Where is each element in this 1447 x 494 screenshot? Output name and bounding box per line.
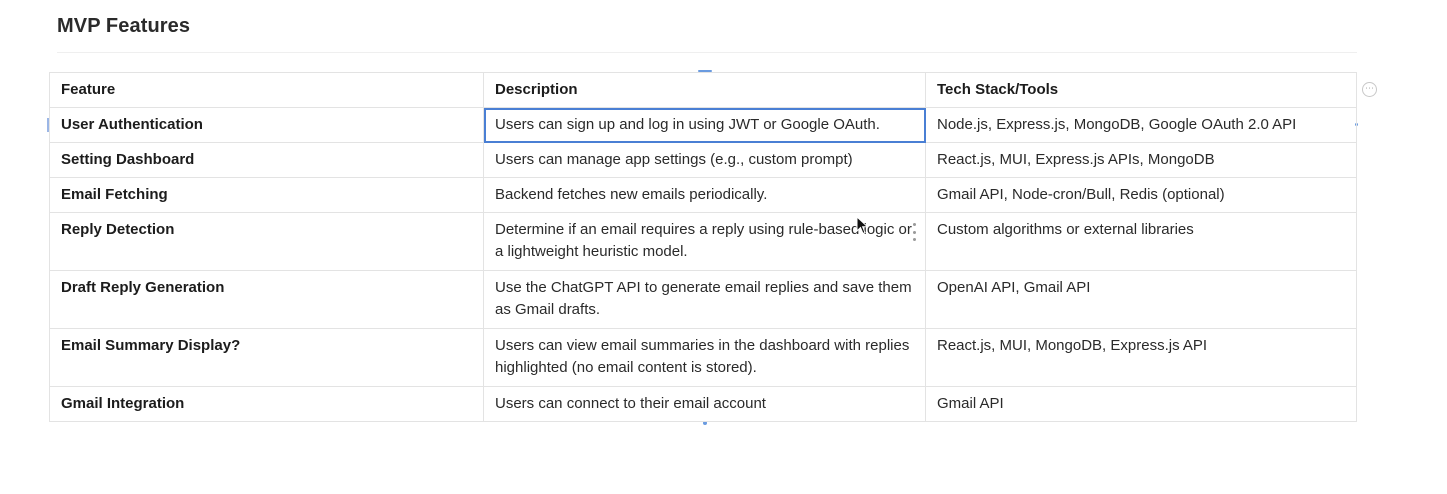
features-table: Feature Description Tech Stack/Tools Use…	[49, 72, 1357, 422]
feature-cell[interactable]: User Authentication	[49, 107, 484, 143]
menu-dot	[912, 238, 916, 241]
title-divider	[57, 52, 1357, 53]
tech-cell[interactable]: Custom algorithms or external libraries	[925, 212, 1357, 271]
description-cell[interactable]: Users can manage app settings (e.g., cus…	[483, 142, 926, 178]
feature-cell[interactable]: Reply Detection	[49, 212, 484, 271]
table-header-row: Feature Description Tech Stack/Tools	[49, 72, 1357, 108]
feature-cell[interactable]: Email Fetching	[49, 177, 484, 213]
table-row: Draft Reply Generation Use the ChatGPT A…	[49, 270, 1357, 329]
tech-cell[interactable]: Gmail API, Node-cron/Bull, Redis (option…	[925, 177, 1357, 213]
header-description[interactable]: Description	[483, 72, 926, 108]
feature-cell[interactable]: Setting Dashboard	[49, 142, 484, 178]
description-cell[interactable]: Backend fetches new emails periodically.	[483, 177, 926, 213]
feature-cell[interactable]: Gmail Integration	[49, 386, 484, 422]
menu-dot	[912, 223, 916, 226]
tech-cell[interactable]: React.js, MUI, Express.js APIs, MongoDB	[925, 142, 1357, 178]
header-tech-stack[interactable]: Tech Stack/Tools	[925, 72, 1357, 108]
vertical-dots-icon[interactable]	[910, 223, 918, 241]
document-page: MVP Features Feature Description Tech St…	[0, 0, 1447, 494]
table-row: Reply Detection Determine if an email re…	[49, 212, 1357, 271]
description-cell[interactable]: Users can connect to their email account	[483, 386, 926, 422]
table-row: User Authentication Users can sign up an…	[49, 107, 1357, 143]
header-feature[interactable]: Feature	[49, 72, 484, 108]
mouse-pointer-icon	[856, 216, 869, 235]
feature-cell[interactable]: Draft Reply Generation	[49, 270, 484, 329]
table-row: Email Fetching Backend fetches new email…	[49, 177, 1357, 213]
tech-cell[interactable]: React.js, MUI, MongoDB, Express.js API	[925, 328, 1357, 387]
feature-cell[interactable]: Email Summary Display?	[49, 328, 484, 387]
menu-dot	[912, 230, 916, 234]
page-title[interactable]: MVP Features	[57, 15, 190, 38]
description-cell[interactable]: Use the ChatGPT API to generate email re…	[483, 270, 926, 329]
tech-cell[interactable]: Node.js, Express.js, MongoDB, Google OAu…	[925, 107, 1357, 143]
table-row: Setting Dashboard Users can manage app s…	[49, 142, 1357, 178]
more-options-icon[interactable]: ⋯	[1362, 82, 1377, 97]
tech-cell[interactable]: OpenAI API, Gmail API	[925, 270, 1357, 329]
description-cell[interactable]: Users can view email summaries in the da…	[483, 328, 926, 387]
table-row: Email Summary Display? Users can view em…	[49, 328, 1357, 387]
description-cell-selected[interactable]: Users can sign up and log in using JWT o…	[483, 107, 926, 143]
tech-cell[interactable]: Gmail API	[925, 386, 1357, 422]
table-row: Gmail Integration Users can connect to t…	[49, 386, 1357, 422]
